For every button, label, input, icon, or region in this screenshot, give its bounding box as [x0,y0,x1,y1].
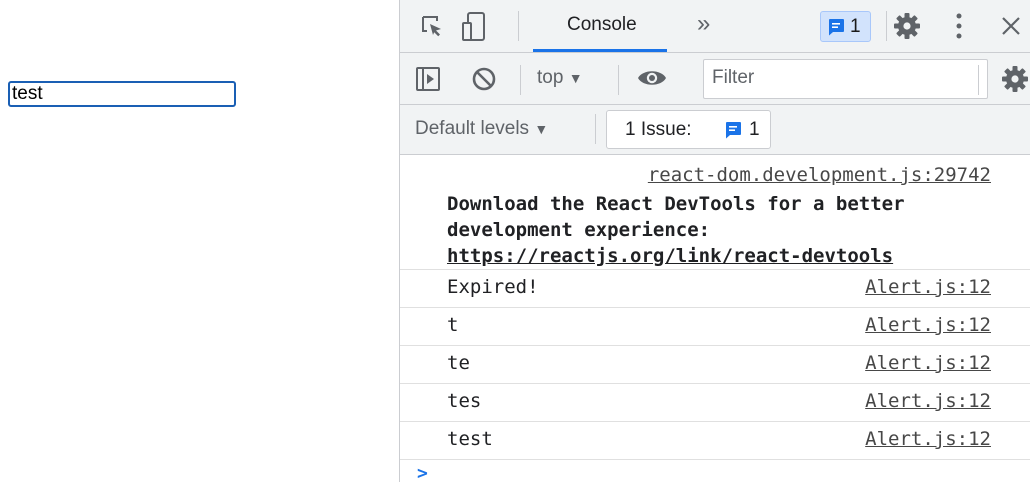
issues-badge[interactable]: 1 [820,11,871,42]
console-message: te Alert.js:12 [400,346,1030,384]
log-levels-label: Default levels [415,118,530,139]
close-icon[interactable] [1001,16,1021,36]
console-prompt-chevron-icon[interactable]: > [417,463,428,482]
source-link[interactable]: Alert.js:12 [865,314,991,336]
console-message: react-dom.development.js:29742 Download … [400,155,1030,270]
console-output: react-dom.development.js:29742 Download … [400,155,1030,482]
message-text: Expired! [447,276,539,298]
issues-button-label: 1 Issue: [625,119,692,140]
more-options-kebab-icon[interactable] [954,12,964,40]
more-tabs-chevron-icon[interactable]: » [697,10,710,38]
settings-gear-icon[interactable] [893,12,921,40]
separator [978,65,979,95]
clear-console-icon[interactable] [471,66,497,92]
dropdown-arrow-icon: ▼ [534,121,549,137]
context-selector[interactable]: top ▼ [537,67,583,89]
filter-input[interactable] [704,60,972,96]
show-sidebar-icon[interactable] [415,66,441,92]
console-message: t Alert.js:12 [400,308,1030,346]
devtools-panel: Console » 1 top ▼ Filter Default levels … [399,0,1030,482]
issues-button-count: 1 [749,119,760,140]
separator [618,65,619,95]
message-icon [726,122,741,139]
message-text: Download the React DevTools for a better… [447,193,905,241]
tab-console-label: Console [567,14,637,35]
message-text: tes [447,390,482,412]
message-text: t [447,314,459,336]
issues-badge-count: 1 [850,16,861,37]
live-expression-eye-icon[interactable] [637,68,667,88]
tab-console[interactable]: Console [533,0,667,52]
source-link[interactable]: Alert.js:12 [865,428,991,450]
devtools-suggestion-message: Download the React DevTools for a better… [447,191,1007,269]
separator [886,11,887,41]
separator [520,65,521,95]
source-link[interactable]: react-dom.development.js:29742 [648,164,991,186]
console-message: Expired! Alert.js:12 [400,270,1030,308]
console-settings-gear-icon[interactable] [1001,65,1029,93]
console-message: tes Alert.js:12 [400,384,1030,422]
console-message: test Alert.js:12 [400,422,1030,460]
device-toolbar-icon[interactable] [460,11,488,43]
separator [518,11,519,41]
source-link[interactable]: Alert.js:12 [865,352,991,374]
source-link[interactable]: Alert.js:12 [865,390,991,412]
react-devtools-link[interactable]: https://reactjs.org/link/react-devtools [447,245,893,267]
devtools-tab-bar: Console » 1 [400,0,1030,53]
inspect-element-icon[interactable] [419,13,447,41]
message-text: test [447,428,493,450]
message-icon [829,19,844,36]
source-link[interactable]: Alert.js:12 [865,276,991,298]
test-text-input[interactable] [8,81,236,107]
separator [595,114,596,144]
context-selector-label: top [537,67,564,88]
log-levels-dropdown[interactable]: Default levels ▼ [415,118,548,140]
dropdown-arrow-icon: ▼ [568,70,583,86]
message-text: te [447,352,470,374]
filter-field[interactable] [703,59,988,99]
issues-button[interactable]: 1 Issue: 1 [606,110,771,149]
